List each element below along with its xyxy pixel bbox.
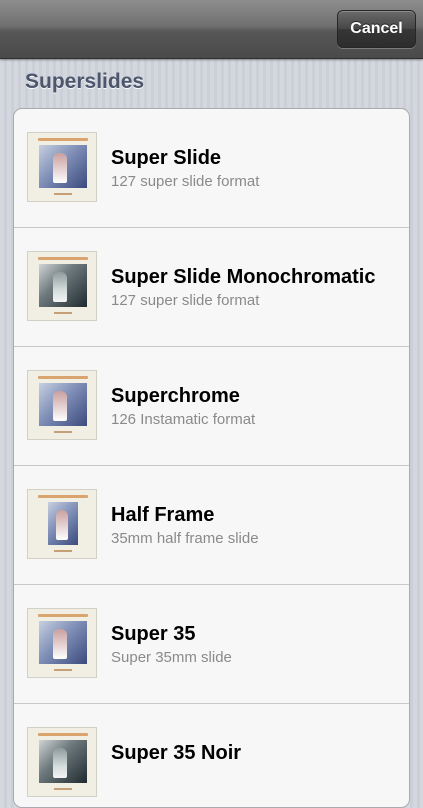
item-subtitle: 35mm half frame slide — [111, 530, 259, 547]
item-title: Superchrome — [111, 385, 240, 407]
format-list: Super Slide 127 super slide format Super… — [13, 108, 410, 808]
item-title: Half Frame — [111, 504, 215, 526]
list-item[interactable]: Super Slide 127 super slide format — [14, 109, 409, 228]
item-title: Super 35 — [111, 623, 196, 645]
slide-thumbnail — [27, 727, 97, 797]
slide-thumbnail — [27, 489, 97, 559]
item-title: Super Slide Monochromatic — [111, 266, 376, 288]
item-subtitle: 126 Instamatic format — [111, 411, 256, 428]
list-item[interactable]: Super 35 Noir — [14, 704, 409, 807]
section-header: Superslides — [25, 70, 145, 93]
item-subtitle: 127 super slide format — [111, 292, 260, 309]
cancel-button[interactable]: Cancel — [337, 10, 416, 48]
navigation-bar: Cancel — [0, 0, 423, 59]
item-subtitle: 127 super slide format — [111, 173, 260, 190]
list-item[interactable]: Super Slide Monochromatic 127 super slid… — [14, 228, 409, 347]
item-title: Super Slide — [111, 147, 222, 169]
list-item[interactable]: Superchrome 126 Instamatic format — [14, 347, 409, 466]
slide-thumbnail — [27, 370, 97, 440]
slide-thumbnail — [27, 132, 97, 202]
list-item[interactable]: Half Frame 35mm half frame slide — [14, 466, 409, 585]
slide-thumbnail — [27, 251, 97, 321]
list-item[interactable]: Super 35 Super 35mm slide — [14, 585, 409, 704]
item-subtitle: Super 35mm slide — [111, 649, 232, 666]
slide-thumbnail — [27, 608, 97, 678]
item-title: Super 35 Noir — [111, 742, 242, 764]
